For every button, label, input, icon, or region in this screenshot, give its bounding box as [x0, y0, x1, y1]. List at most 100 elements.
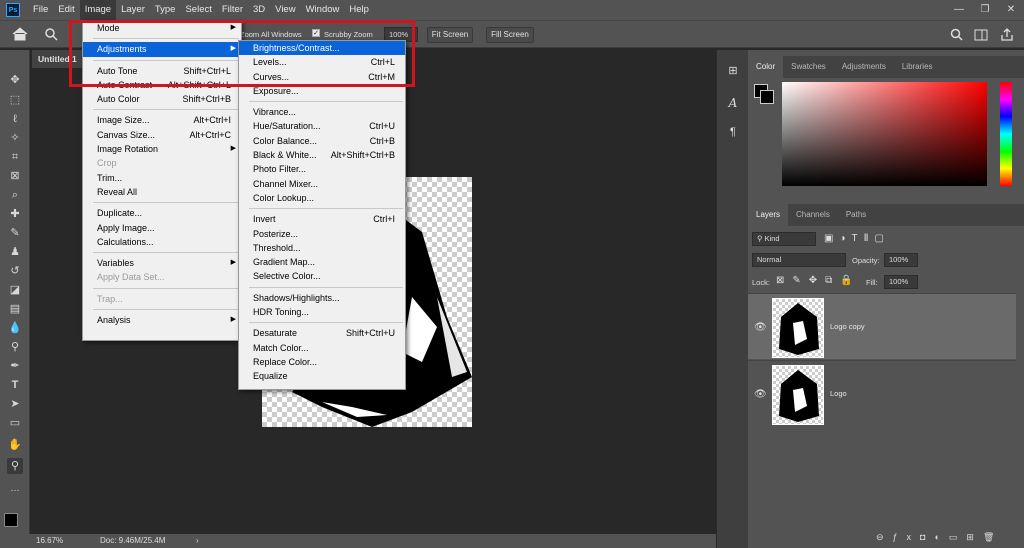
menu-edit[interactable]: Edit [53, 0, 79, 20]
layer-name[interactable]: Logo copy [830, 322, 865, 331]
menu-item-hue-saturation[interactable]: Hue/Saturation... Ctrl+U [239, 119, 405, 133]
lock-icons[interactable]: ⊠✎✥⧉🔒 [776, 275, 861, 286]
minimize-button[interactable]: — [946, 0, 972, 20]
photoshop-logo-icon[interactable]: Ps [6, 3, 20, 17]
fill-field[interactable]: 100% [884, 275, 918, 289]
healing-brush-icon[interactable]: ✚ [7, 206, 23, 222]
hand-tool-icon[interactable]: ✋ [7, 437, 23, 453]
menu-item-trim[interactable]: Trim... [83, 171, 241, 185]
history-brush-icon[interactable]: ↺ [7, 263, 23, 279]
layer-filter-icons[interactable]: ▣◑TⅡ▢ [824, 233, 890, 244]
brush-tool-icon[interactable]: ✎ [7, 225, 23, 241]
home-icon[interactable] [12, 27, 28, 41]
character-panel-icon[interactable]: A [723, 96, 743, 110]
eraser-icon[interactable]: ◪ [7, 282, 23, 298]
menu-item-gradient-map[interactable]: Gradient Map... [239, 255, 405, 269]
blur-tool-icon[interactable]: 💧 [7, 320, 23, 336]
marquee-tool-icon[interactable]: ⬚ [7, 92, 23, 108]
zoom-tool-icon[interactable] [44, 27, 62, 41]
move-tool-icon[interactable]: ✥ [7, 72, 23, 88]
fill-screen-button[interactable]: Fill Screen [486, 27, 534, 43]
menu-item-vibrance[interactable]: Vibrance... [239, 105, 405, 119]
zoom-tool-icon[interactable]: ⚲ [7, 458, 23, 474]
menu-item-image-rotation[interactable]: Image Rotation ▶ [83, 142, 241, 156]
menu-item-selective-color[interactable]: Selective Color... [239, 269, 405, 283]
dodge-tool-icon[interactable]: ⚲ [7, 339, 23, 355]
history-panel-icon[interactable]: ⊞ [723, 64, 743, 78]
restore-button[interactable]: ❐ [972, 0, 998, 20]
menu-item-image-size[interactable]: Image Size... Alt+Ctrl+I [83, 113, 241, 127]
blend-mode-select[interactable]: Normal [752, 253, 846, 267]
panel-background-swatch[interactable] [760, 90, 774, 104]
visibility-eye-icon[interactable]: 👁 [754, 389, 767, 400]
menu-item-reveal-all[interactable]: Reveal All [83, 185, 241, 199]
menu-item-canvas-size[interactable]: Canvas Size... Alt+Ctrl+C [83, 128, 241, 142]
layer-row[interactable]: 👁 Logo [748, 360, 1016, 426]
menu-item-apply-image[interactable]: Apply Image... [83, 221, 241, 235]
gradient-tool-icon[interactable]: ▤ [7, 301, 23, 317]
menu-item-match-color[interactable]: Match Color... [239, 341, 405, 355]
color-saturation-field[interactable] [782, 82, 987, 186]
fit-screen-button[interactable]: Fit Screen [427, 27, 473, 43]
menu-item-variables[interactable]: Variables ▶ [83, 256, 241, 270]
magic-wand-icon[interactable]: ✧ [7, 130, 23, 146]
visibility-eye-icon[interactable]: 👁 [754, 322, 767, 333]
menu-filter[interactable]: Filter [217, 0, 248, 20]
pen-tool-icon[interactable]: ✒ [7, 358, 23, 374]
menu-item-threshold[interactable]: Threshold... [239, 241, 405, 255]
menu-item-color-balance[interactable]: Color Balance... Ctrl+B [239, 134, 405, 148]
menu-window[interactable]: Window [301, 0, 345, 20]
tab-libraries[interactable]: Libraries [894, 56, 941, 78]
shape-tool-icon[interactable]: ▭ [7, 415, 23, 431]
search-icon[interactable] [950, 28, 964, 42]
menu-view[interactable]: View [270, 0, 300, 20]
menu-item-equalize[interactable]: Equalize [239, 369, 405, 383]
menu-item-desaturate[interactable]: Desaturate Shift+Ctrl+U [239, 326, 405, 340]
paragraph-panel-icon[interactable]: ¶ [723, 126, 743, 140]
workspace-icon[interactable] [974, 28, 988, 42]
menu-item-channel-mixer[interactable]: Channel Mixer... [239, 177, 405, 191]
hue-slider[interactable] [1000, 82, 1012, 186]
layer-row[interactable]: 👁 Logo copy [748, 293, 1016, 359]
menu-select[interactable]: Select [180, 0, 216, 20]
status-menu-arrow-icon[interactable]: › [196, 534, 199, 548]
clone-stamp-icon[interactable]: ♟ [7, 244, 23, 260]
crop-tool-icon[interactable]: ⌗ [7, 149, 23, 165]
frame-tool-icon[interactable]: ⊠ [7, 168, 23, 184]
menu-item-black-white[interactable]: Black & White... Alt+Shift+Ctrl+B [239, 148, 405, 162]
layer-name[interactable]: Logo [830, 389, 847, 398]
tab-color[interactable]: Color [748, 56, 784, 78]
tab-adjustments[interactable]: Adjustments [834, 56, 894, 78]
menu-item-duplicate[interactable]: Duplicate... [83, 206, 241, 220]
tab-paths[interactable]: Paths [838, 204, 874, 226]
type-tool-icon[interactable]: T [7, 377, 23, 393]
menu-item-shadows-highlights[interactable]: Shadows/Highlights... [239, 291, 405, 305]
menu-item-color-lookup[interactable]: Color Lookup... [239, 191, 405, 205]
menu-item-invert[interactable]: Invert Ctrl+I [239, 212, 405, 226]
menu-file[interactable]: File [28, 0, 53, 20]
more-tools-icon[interactable]: ⋯ [7, 482, 23, 498]
menu-type[interactable]: Type [150, 0, 181, 20]
tab-swatches[interactable]: Swatches [783, 56, 834, 78]
menu-item-replace-color[interactable]: Replace Color... [239, 355, 405, 369]
menu-item-hdr-toning[interactable]: HDR Toning... [239, 305, 405, 319]
layer-filter-kind-select[interactable]: ⚲ Kind [752, 232, 816, 246]
menu-image[interactable]: Image [79, 0, 117, 20]
menu-3d[interactable]: 3D [248, 0, 270, 20]
tab-channels[interactable]: Channels [788, 204, 838, 226]
tab-layers[interactable]: Layers [748, 204, 789, 226]
path-selection-icon[interactable]: ➤ [7, 396, 23, 412]
menu-item-auto-color[interactable]: Auto Color Shift+Ctrl+B [83, 92, 241, 106]
menu-help[interactable]: Help [344, 0, 374, 20]
menu-layer[interactable]: Layer [116, 0, 150, 20]
share-icon[interactable] [1000, 28, 1014, 42]
eyedropper-icon[interactable]: ⌕ [7, 187, 23, 203]
layer-actions-bar[interactable]: ⊖ƒx◘◐▭⊞🗑 [876, 532, 1003, 543]
foreground-color-swatch[interactable] [4, 513, 18, 527]
opacity-field[interactable]: 100% [884, 253, 918, 267]
lasso-tool-icon[interactable]: ℓ [7, 111, 23, 127]
zoom-level-readout[interactable]: 16.67% [36, 534, 63, 548]
menu-item-calculations[interactable]: Calculations... [83, 235, 241, 249]
menu-item-analysis[interactable]: Analysis ▶ [83, 313, 241, 327]
menu-item-photo-filter[interactable]: Photo Filter... [239, 162, 405, 176]
